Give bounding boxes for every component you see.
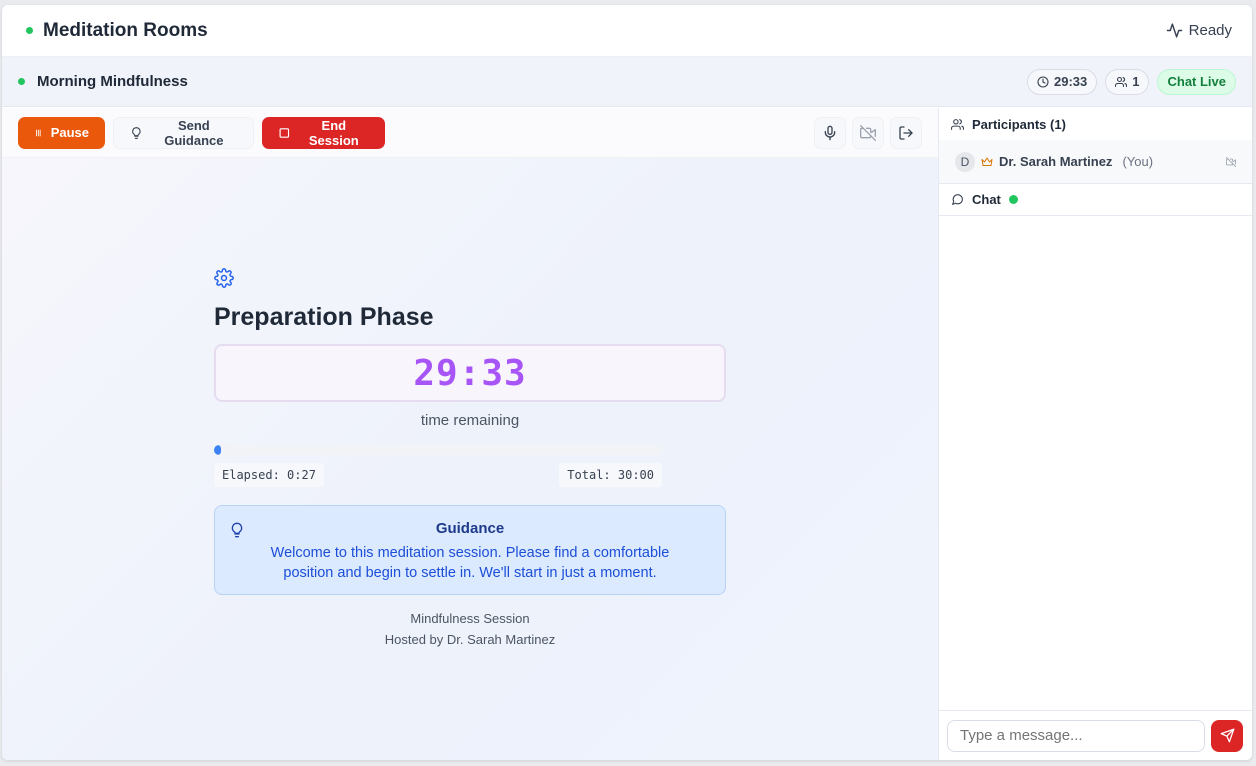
chat-live-dot xyxy=(1008,195,1018,204)
end-session-button[interactable]: End Session xyxy=(262,116,385,149)
host-toolbar: Pause Send Guidance End Session xyxy=(2,108,938,158)
video-off-icon xyxy=(860,124,876,141)
send-message-button[interactable] xyxy=(1211,719,1243,752)
chat-live-label: Chat Live xyxy=(1167,74,1226,89)
session-stats: 29:33 1 Chat Live xyxy=(1027,68,1236,95)
lightbulb-icon xyxy=(132,126,141,139)
right-sidebar: Participants (1) D Dr. Sarah Martinez (Y… xyxy=(938,108,1252,760)
pause-label: Pause xyxy=(50,125,89,140)
video-off-icon xyxy=(1226,156,1236,167)
camera-off-button[interactable] xyxy=(852,116,884,149)
session-content: Preparation Phase 29:33 time remaining E… xyxy=(214,268,726,647)
connection-status: Ready xyxy=(1166,22,1232,39)
participant-row: D Dr. Sarah Martinez (You) xyxy=(939,140,1252,184)
clock-icon xyxy=(1037,75,1049,88)
host-controls: Pause Send Guidance End Session xyxy=(18,116,385,149)
guidance-card: Guidance Welcome to this meditation sess… xyxy=(214,505,726,595)
log-out-icon xyxy=(899,125,913,140)
session-live-dot xyxy=(18,78,25,85)
guidance-title: Guidance xyxy=(435,520,505,537)
time-labels: Elapsed: 0:27 Total: 30:00 xyxy=(214,463,662,487)
session-bar: Morning Mindfulness 29:33 1 Chat Live xyxy=(2,57,1252,107)
top-header: Meditation Rooms Ready xyxy=(2,5,1252,57)
end-session-label: End Session xyxy=(308,117,359,148)
send-guidance-label: Send Guidance xyxy=(164,117,224,148)
pause-button[interactable]: Pause xyxy=(18,116,105,149)
activity-icon xyxy=(1166,23,1182,38)
session-info: Morning Mindfulness xyxy=(18,73,188,90)
online-status-dot xyxy=(26,27,33,34)
crown-icon xyxy=(981,157,993,166)
microphone-icon xyxy=(824,125,836,140)
main-stage: Pause Send Guidance End Session Preparat… xyxy=(2,108,938,760)
microphone-button[interactable] xyxy=(814,116,846,149)
stop-square-icon xyxy=(279,127,290,138)
chat-composer xyxy=(939,710,1252,760)
send-guidance-button[interactable]: Send Guidance xyxy=(113,116,254,149)
participant-name: Dr. Sarah Martinez xyxy=(999,154,1113,169)
timer-pill: 29:33 xyxy=(1027,68,1098,95)
phase-title: Preparation Phase xyxy=(214,303,434,331)
participants-count: 1 xyxy=(1132,74,1140,89)
leave-button[interactable] xyxy=(890,116,922,149)
chat-live-badge: Chat Live xyxy=(1157,68,1236,95)
session-progress-fill xyxy=(214,445,222,455)
chat-message-input[interactable] xyxy=(947,719,1205,752)
chat-header-label: Chat xyxy=(972,192,1001,207)
participants-pill: 1 xyxy=(1105,68,1150,95)
participant-you-tag: (You) xyxy=(1122,154,1154,169)
session-name: Morning Mindfulness xyxy=(37,73,188,90)
countdown-timer: 29:33 xyxy=(413,352,527,394)
participants-header: Participants (1) xyxy=(939,108,1252,140)
total-time: Total: 30:00 xyxy=(559,463,662,487)
elapsed-time: Elapsed: 0:27 xyxy=(214,463,324,487)
timer-display: 29:33 xyxy=(214,344,726,402)
phase-icon-wrap xyxy=(214,268,726,293)
message-circle-icon xyxy=(952,194,963,205)
host-line: Hosted by Dr. Sarah Martinez xyxy=(384,632,556,647)
pause-icon xyxy=(36,129,41,136)
session-type: Mindfulness Session xyxy=(410,611,530,626)
gear-icon xyxy=(214,268,234,288)
guidance-text: Welcome to this meditation session. Plea… xyxy=(270,545,670,581)
users-icon xyxy=(951,118,964,130)
chat-header: Chat xyxy=(939,184,1252,216)
timer-caption: time remaining xyxy=(420,412,520,429)
participants-header-label: Participants (1) xyxy=(972,116,1066,132)
media-controls xyxy=(814,116,922,149)
app-window: Meditation Rooms Ready Morning Mindfulne… xyxy=(2,5,1252,760)
app-title: Meditation Rooms xyxy=(43,19,208,41)
brand: Meditation Rooms xyxy=(26,20,208,42)
avatar: D xyxy=(955,151,975,172)
timer-pill-label: 29:33 xyxy=(1054,74,1088,89)
session-progress-bar xyxy=(214,445,662,455)
users-icon xyxy=(1115,76,1128,87)
status-label: Ready xyxy=(1188,22,1232,39)
lightbulb-icon xyxy=(231,522,243,538)
send-icon xyxy=(1220,728,1234,743)
